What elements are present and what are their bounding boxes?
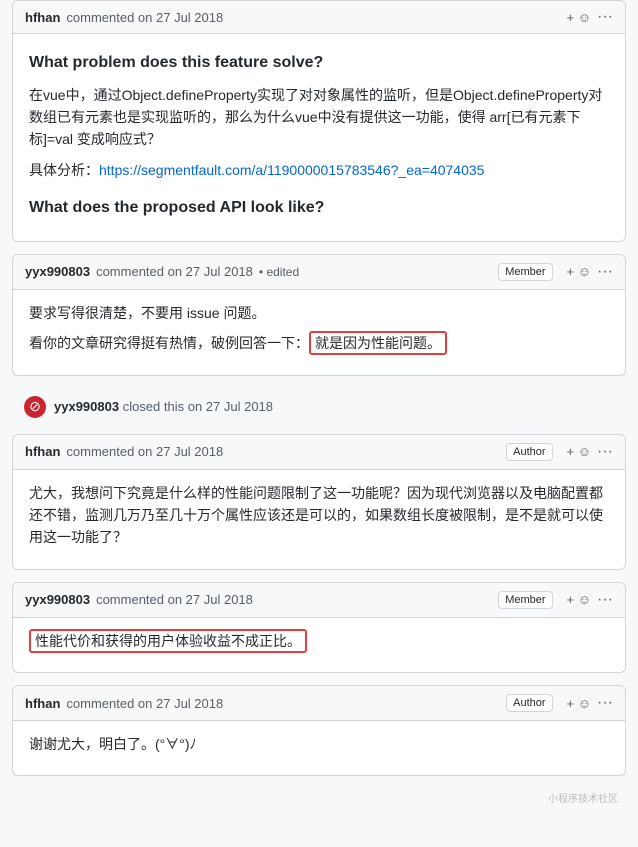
comment-2-line2: 看你的文章研究得挺有热情，破例回答一下：就是因为性能问题。 [29, 332, 609, 354]
add-reaction-3[interactable]: + ☺ [567, 444, 591, 459]
comment-4-badge: Member [498, 591, 552, 609]
comment-3-timestamp: commented on 27 Jul 2018 [66, 444, 223, 459]
comment-2: yyx990803 commented on 27 Jul 2018 • edi… [12, 254, 626, 376]
closed-event-text: yyx990803 closed this on 27 Jul 2018 [54, 399, 273, 414]
comment-1-timestamp: commented on 27 Jul 2018 [66, 10, 223, 25]
comment-5: hfhan commented on 27 Jul 2018 Author + … [12, 685, 626, 776]
comment-3-badge: Author [506, 443, 552, 461]
comment-2-line1: 要求写得很清楚，不要用 issue 问题。 [29, 302, 609, 324]
comment-1-header: hfhan commented on 27 Jul 2018 + ☺ ··· [13, 1, 625, 34]
comment-4-actions: Member + ☺ ··· [498, 591, 613, 609]
comment-4-header: yyx990803 commented on 27 Jul 2018 Membe… [13, 583, 625, 618]
comment-1-username[interactable]: hfhan [25, 10, 60, 25]
comment-4-body: 性能代价和获得的用户体验收益不成正比。 [13, 618, 625, 672]
comment-2-line2-highlight: 就是因为性能问题。 [309, 331, 447, 355]
comment-3-header: hfhan commented on 27 Jul 2018 Author + … [13, 435, 625, 470]
comment-2-actions: Member + ☺ ··· [498, 263, 613, 281]
comment-1-link-para: 具体分析：https://segmentfault.com/a/11900000… [29, 159, 609, 181]
comment-2-edited: • edited [259, 265, 299, 279]
watermark: 小程序技术社区 [0, 788, 626, 807]
comment-3: hfhan commented on 27 Jul 2018 Author + … [12, 434, 626, 570]
comment-2-header: yyx990803 commented on 27 Jul 2018 • edi… [13, 255, 625, 290]
comment-1-link[interactable]: https://segmentfault.com/a/1190000015783… [99, 162, 484, 178]
comment-2-timestamp: commented on 27 Jul 2018 [96, 264, 253, 279]
add-reaction-4[interactable]: + ☺ [567, 592, 591, 607]
comment-4-timestamp: commented on 27 Jul 2018 [96, 592, 253, 607]
closed-event: ⊘ yyx990803 closed this on 27 Jul 2018 [12, 388, 626, 426]
comment-1: hfhan commented on 27 Jul 2018 + ☺ ··· W… [12, 0, 626, 242]
comment-5-badge: Author [506, 694, 552, 712]
comment-3-text: 尤大，我想问下究竟是什么样的性能问题限制了这一功能呢？因为现代浏览器以及电脑配置… [29, 482, 609, 549]
comment-5-username[interactable]: hfhan [25, 696, 60, 711]
add-reaction-1[interactable]: + ☺ [567, 10, 591, 25]
comment-4-highlight: 性能代价和获得的用户体验收益不成正比。 [29, 629, 307, 653]
comment-3-actions: Author + ☺ ··· [506, 443, 613, 461]
comment-4-username[interactable]: yyx990803 [25, 592, 90, 607]
comment-5-body: 谢谢尤大，明白了。(°∀°)ﾉ [13, 721, 625, 775]
comment-5-header: hfhan commented on 27 Jul 2018 Author + … [13, 686, 625, 721]
comment-5-timestamp: commented on 27 Jul 2018 [66, 696, 223, 711]
more-options-5[interactable]: ··· [597, 695, 613, 711]
closed-event-username[interactable]: yyx990803 [54, 399, 119, 414]
comment-1-heading2: What does the proposed API look like? [29, 195, 609, 221]
comment-1-actions: + ☺ ··· [567, 9, 613, 25]
add-reaction-2[interactable]: + ☺ [567, 264, 591, 279]
comment-1-heading1: What problem does this feature solve? [29, 50, 609, 76]
comment-5-text: 谢谢尤大，明白了。(°∀°)ﾉ [29, 733, 609, 755]
more-options-1[interactable]: ··· [597, 9, 613, 25]
comment-4: yyx990803 commented on 27 Jul 2018 Membe… [12, 582, 626, 673]
comment-3-body: 尤大，我想问下究竟是什么样的性能问题限制了这一功能呢？因为现代浏览器以及电脑配置… [13, 470, 625, 569]
comment-2-body: 要求写得很清楚，不要用 issue 问题。 看你的文章研究得挺有热情，破例回答一… [13, 290, 625, 375]
comment-3-username[interactable]: hfhan [25, 444, 60, 459]
add-reaction-5[interactable]: + ☺ [567, 696, 591, 711]
more-options-4[interactable]: ··· [597, 592, 613, 608]
comment-2-badge: Member [498, 263, 552, 281]
comment-2-line2-prefix: 看你的文章研究得挺有热情，破例回答一下： [29, 335, 309, 351]
comment-5-actions: Author + ☺ ··· [506, 694, 613, 712]
comment-4-highlight-para: 性能代价和获得的用户体验收益不成正比。 [29, 630, 609, 652]
comment-1-para1: 在vue中，通过Object.defineProperty实现了对对象属性的监听… [29, 84, 609, 151]
comment-2-username[interactable]: yyx990803 [25, 264, 90, 279]
closed-icon: ⊘ [24, 396, 46, 418]
comment-1-body: What problem does this feature solve? 在v… [13, 34, 625, 241]
more-options-3[interactable]: ··· [597, 444, 613, 460]
more-options-2[interactable]: ··· [597, 264, 613, 280]
